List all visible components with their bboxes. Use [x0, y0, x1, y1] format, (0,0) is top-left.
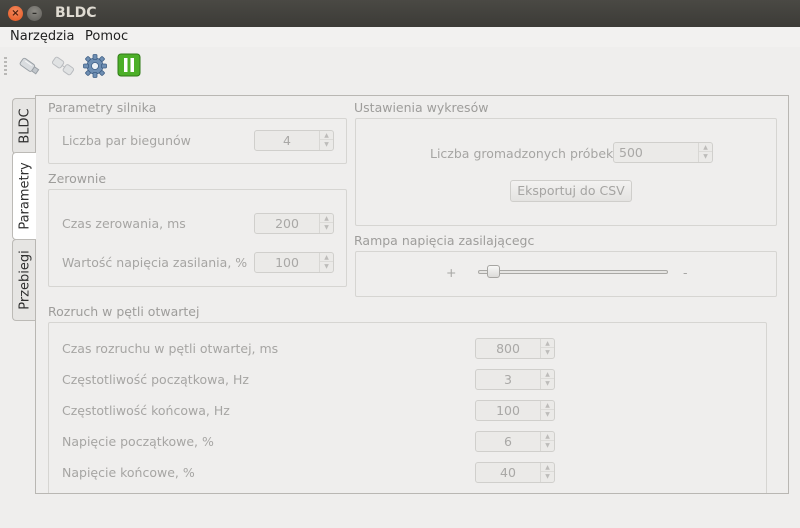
tab-przebiegi[interactable]: Przebiegi — [12, 239, 36, 321]
spin-down-icon[interactable]: ▼ — [541, 348, 554, 357]
end-frequency-value: 100 — [496, 403, 520, 418]
menu-narzedzia[interactable]: Narzędzia — [10, 29, 75, 44]
start-frequency-spinbox[interactable]: 3 ▲ ▼ — [475, 369, 555, 390]
samples-label: Liczba gromadzonych próbek — [430, 146, 614, 161]
disconnect-usb-icon[interactable] — [50, 53, 76, 79]
spin-up-icon[interactable]: ▲ — [541, 463, 554, 472]
settings-gear-icon[interactable] — [82, 53, 108, 79]
spin-down-icon[interactable]: ▼ — [320, 262, 333, 271]
openloop-time-label: Czas rozruchu w pętli otwartej, ms — [62, 341, 279, 356]
end-voltage-value: 40 — [500, 465, 516, 480]
start-voltage-value: 6 — [504, 434, 512, 449]
spin-down-icon[interactable]: ▼ — [541, 472, 554, 481]
spin-up-icon[interactable]: ▲ — [320, 214, 333, 223]
spin-down-icon[interactable]: ▼ — [320, 140, 333, 149]
toolbar-grip[interactable] — [4, 57, 7, 75]
openloop-time-spinbox[interactable]: 800 ▲ ▼ — [475, 338, 555, 359]
motor-group-title: Parametry silnika — [48, 100, 157, 115]
connect-usb-icon[interactable] — [16, 53, 42, 79]
spin-up-icon[interactable]: ▲ — [699, 143, 712, 152]
ramp-group-title: Rampa napięcia zasilającegc — [354, 233, 535, 248]
zeroing-voltage-value: 100 — [275, 255, 299, 270]
spin-up-icon[interactable]: ▲ — [320, 253, 333, 262]
export-csv-button[interactable]: Eksportuj do CSV — [510, 180, 632, 202]
spin-up-icon[interactable]: ▲ — [541, 401, 554, 410]
start-frequency-label: Częstotliwość początkowa, Hz — [62, 372, 249, 387]
zeroing-time-spinbox[interactable]: 200 ▲ ▼ — [254, 213, 334, 234]
pole-pairs-label: Liczba par biegunów — [62, 133, 191, 148]
pause-icon[interactable] — [117, 53, 143, 79]
spin-down-icon[interactable]: ▼ — [541, 441, 554, 450]
spin-up-icon[interactable]: ▲ — [541, 370, 554, 379]
end-frequency-spinbox[interactable]: 100 ▲ ▼ — [475, 400, 555, 421]
toolbar — [0, 47, 800, 85]
ramp-group-box — [355, 251, 777, 297]
spin-up-icon[interactable]: ▲ — [320, 131, 333, 140]
zeroing-group-title: Zerownie — [48, 171, 107, 186]
menu-pomoc[interactable]: Pomoc — [85, 29, 128, 44]
end-voltage-label: Napięcie końcowe, % — [62, 465, 195, 480]
tab-bldc[interactable]: BLDC — [12, 98, 36, 154]
openloop-time-value: 800 — [496, 341, 520, 356]
tab-parametry-label: Parametry — [17, 162, 32, 230]
ramp-slider-handle[interactable] — [486, 265, 500, 278]
samples-value: 500 — [619, 145, 643, 160]
minimize-button[interactable]: – — [27, 6, 42, 21]
plot-group-title: Ustawienia wykresów — [354, 100, 489, 115]
menu-bar: Narzędzia Pomoc — [0, 27, 800, 47]
spin-up-icon[interactable]: ▲ — [541, 339, 554, 348]
close-button[interactable]: × — [8, 6, 23, 21]
start-voltage-spinbox[interactable]: 6 ▲ ▼ — [475, 431, 555, 452]
zeroing-voltage-label: Wartość napięcia zasilania, % — [62, 255, 248, 270]
title-bar: × – BLDC — [0, 0, 800, 27]
ramp-plus-label: + — [446, 265, 457, 280]
tab-przebiegi-label: Przebiegi — [17, 250, 32, 310]
plot-group-box — [355, 118, 777, 226]
tab-bldc-label: BLDC — [17, 108, 32, 144]
ramp-minus-label: - — [683, 265, 688, 280]
zeroing-time-label: Czas zerowania, ms — [62, 216, 186, 231]
end-frequency-label: Częstotliwość końcowa, Hz — [62, 403, 230, 418]
tab-parametry[interactable]: Parametry — [12, 152, 36, 240]
spin-down-icon[interactable]: ▼ — [699, 152, 712, 161]
ramp-slider-track[interactable] — [478, 270, 668, 274]
spin-up-icon[interactable]: ▲ — [541, 432, 554, 441]
openloop-group-title: Rozruch w pętli otwartej — [48, 304, 200, 319]
end-voltage-spinbox[interactable]: 40 ▲ ▼ — [475, 462, 555, 483]
samples-spinbox[interactable]: 500 ▲ ▼ — [613, 142, 713, 163]
zeroing-voltage-spinbox[interactable]: 100 ▲ ▼ — [254, 252, 334, 273]
start-frequency-value: 3 — [504, 372, 512, 387]
pole-pairs-spinbox[interactable]: 4 ▲ ▼ — [254, 130, 334, 151]
spin-down-icon[interactable]: ▼ — [541, 379, 554, 388]
parametry-panel: Parametry silnika Liczba par biegunów 4 … — [35, 95, 789, 494]
spin-down-icon[interactable]: ▼ — [541, 410, 554, 419]
zeroing-time-value: 200 — [275, 216, 299, 231]
pole-pairs-value: 4 — [283, 133, 291, 148]
spin-down-icon[interactable]: ▼ — [320, 223, 333, 232]
start-voltage-label: Napięcie początkowe, % — [62, 434, 214, 449]
window-title: BLDC — [55, 5, 97, 21]
